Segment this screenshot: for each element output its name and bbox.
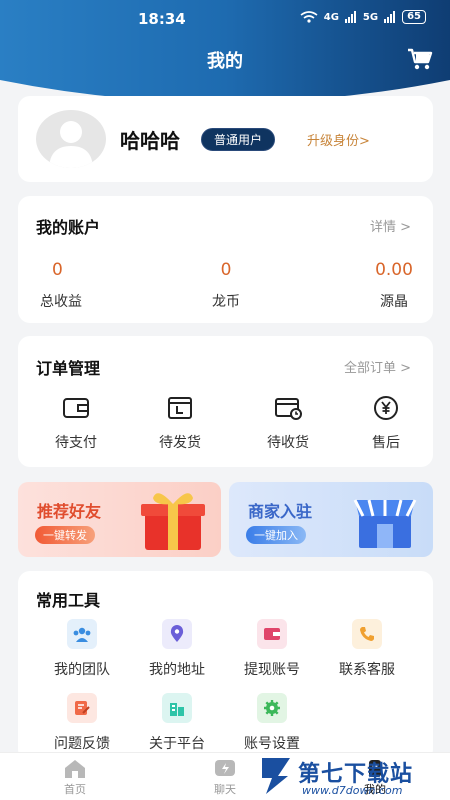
earnings-value: 0 bbox=[52, 260, 63, 280]
tool-my-team[interactable]: 我的团队 bbox=[37, 619, 127, 679]
earnings-label: 总收益 bbox=[40, 294, 82, 310]
status-bar: 18:34 4G 5G 65 bbox=[0, 0, 450, 40]
tool-account-settings[interactable]: 账号设置 bbox=[227, 693, 317, 753]
settings-icon bbox=[257, 693, 287, 723]
tool-label: 我的地址 bbox=[149, 662, 205, 678]
cart-icon[interactable] bbox=[406, 46, 434, 72]
order-item-pending-payment[interactable]: 待支付 bbox=[41, 394, 111, 452]
banner-title: 推荐好友 bbox=[37, 502, 102, 521]
account-details-link[interactable]: 详情 > bbox=[370, 216, 411, 235]
signal-5g-icon: 5G bbox=[362, 11, 379, 23]
account-item-earnings[interactable]: 0 总收益 bbox=[36, 260, 86, 311]
order-label: 待发货 bbox=[159, 435, 201, 451]
building-icon bbox=[162, 693, 192, 723]
location-icon bbox=[162, 619, 192, 649]
feedback-icon bbox=[67, 693, 97, 723]
wallet-icon bbox=[257, 619, 287, 649]
watermark-url: www.d7down.com bbox=[302, 784, 403, 797]
tool-label: 联系客服 bbox=[339, 662, 395, 678]
order-label: 待收货 bbox=[267, 435, 309, 451]
tool-label: 我的团队 bbox=[54, 662, 110, 678]
order-item-pending-shipment[interactable]: 待发货 bbox=[145, 394, 215, 452]
orders-title: 订单管理 bbox=[36, 359, 101, 378]
signal-bars-icon bbox=[344, 11, 356, 23]
merchant-join-banner[interactable]: 商家入驻 一键加入 bbox=[229, 482, 433, 557]
tool-withdraw-account[interactable]: 提现账号 bbox=[227, 619, 317, 679]
tool-feedback[interactable]: 问题反馈 bbox=[37, 693, 127, 753]
status-time: 18:34 bbox=[138, 10, 186, 28]
crystal-value: 0.00 bbox=[375, 260, 413, 280]
wallet-icon bbox=[63, 398, 89, 418]
battery-icon: 65 bbox=[402, 10, 426, 24]
nav-home[interactable]: 首页 bbox=[45, 759, 105, 797]
tool-label: 账号设置 bbox=[244, 736, 300, 752]
profile-card[interactable]: 哈哈哈 普通用户 升级身份> bbox=[18, 96, 433, 182]
tools-card: 常用工具 我的团队 我的地址 提现账号 联系客服 问题反馈 关于平台 账号设置 bbox=[18, 571, 433, 761]
page-title: 我的 bbox=[207, 51, 243, 72]
account-title: 我的账户 bbox=[36, 218, 101, 237]
upgrade-link[interactable]: 升级身份> bbox=[307, 130, 370, 149]
user-name: 哈哈哈 bbox=[120, 129, 180, 153]
order-label: 售后 bbox=[372, 435, 400, 451]
account-card: 我的账户 详情 > 0 总收益 0 龙币 0.00 源晶 bbox=[18, 196, 433, 323]
chat-icon bbox=[215, 760, 235, 776]
avatar[interactable] bbox=[36, 110, 106, 168]
order-label: 待支付 bbox=[55, 435, 97, 451]
user-level-badge: 普通用户 bbox=[201, 128, 276, 151]
nav-chat-label: 聊天 bbox=[214, 783, 236, 796]
signal-4g-icon: 4G bbox=[323, 11, 339, 23]
share-button[interactable]: 一键转发 bbox=[35, 526, 95, 544]
tool-label: 提现账号 bbox=[244, 662, 300, 678]
phone-icon bbox=[352, 619, 382, 649]
crystal-label: 源晶 bbox=[380, 294, 408, 310]
orders-card: 订单管理 全部订单 > 待支付 待发货 待收货 售后 bbox=[18, 336, 433, 467]
status-icons: 4G 5G 65 bbox=[300, 10, 426, 24]
nav-chat[interactable]: 聊天 bbox=[195, 759, 255, 797]
order-item-pending-receipt[interactable]: 待收货 bbox=[253, 394, 323, 452]
account-item-dragon-coin[interactable]: 0 龙币 bbox=[201, 260, 251, 311]
recommend-friend-banner[interactable]: 推荐好友 一键转发 bbox=[18, 482, 221, 557]
gift-box-icon bbox=[141, 493, 205, 550]
wifi-icon bbox=[300, 11, 318, 23]
tool-my-address[interactable]: 我的地址 bbox=[132, 619, 222, 679]
banner-title: 商家入驻 bbox=[248, 502, 313, 521]
home-icon bbox=[65, 760, 85, 778]
join-button[interactable]: 一键加入 bbox=[246, 526, 306, 544]
tool-customer-service[interactable]: 联系客服 bbox=[322, 619, 412, 679]
storefront-icon bbox=[353, 499, 417, 548]
tool-label: 问题反馈 bbox=[54, 736, 110, 752]
account-item-crystal[interactable]: 0.00 源晶 bbox=[368, 260, 420, 311]
watermark-logo-icon bbox=[262, 758, 290, 794]
tool-about-platform[interactable]: 关于平台 bbox=[132, 693, 222, 753]
delivery-icon bbox=[275, 398, 302, 420]
tool-label: 关于平台 bbox=[149, 736, 205, 752]
all-orders-link[interactable]: 全部订单 > bbox=[344, 357, 411, 376]
watermark: 第七下载站 www.d7down.com bbox=[258, 754, 448, 798]
tools-title: 常用工具 bbox=[36, 591, 101, 610]
dragon-coin-label: 龙币 bbox=[212, 294, 240, 310]
yen-icon bbox=[374, 396, 398, 420]
signal-bars-icon bbox=[384, 11, 396, 23]
team-icon bbox=[67, 619, 97, 649]
package-icon bbox=[168, 397, 192, 419]
dragon-coin-value: 0 bbox=[220, 260, 232, 280]
order-item-after-sales[interactable]: 售后 bbox=[351, 394, 421, 452]
nav-home-label: 首页 bbox=[64, 783, 86, 796]
